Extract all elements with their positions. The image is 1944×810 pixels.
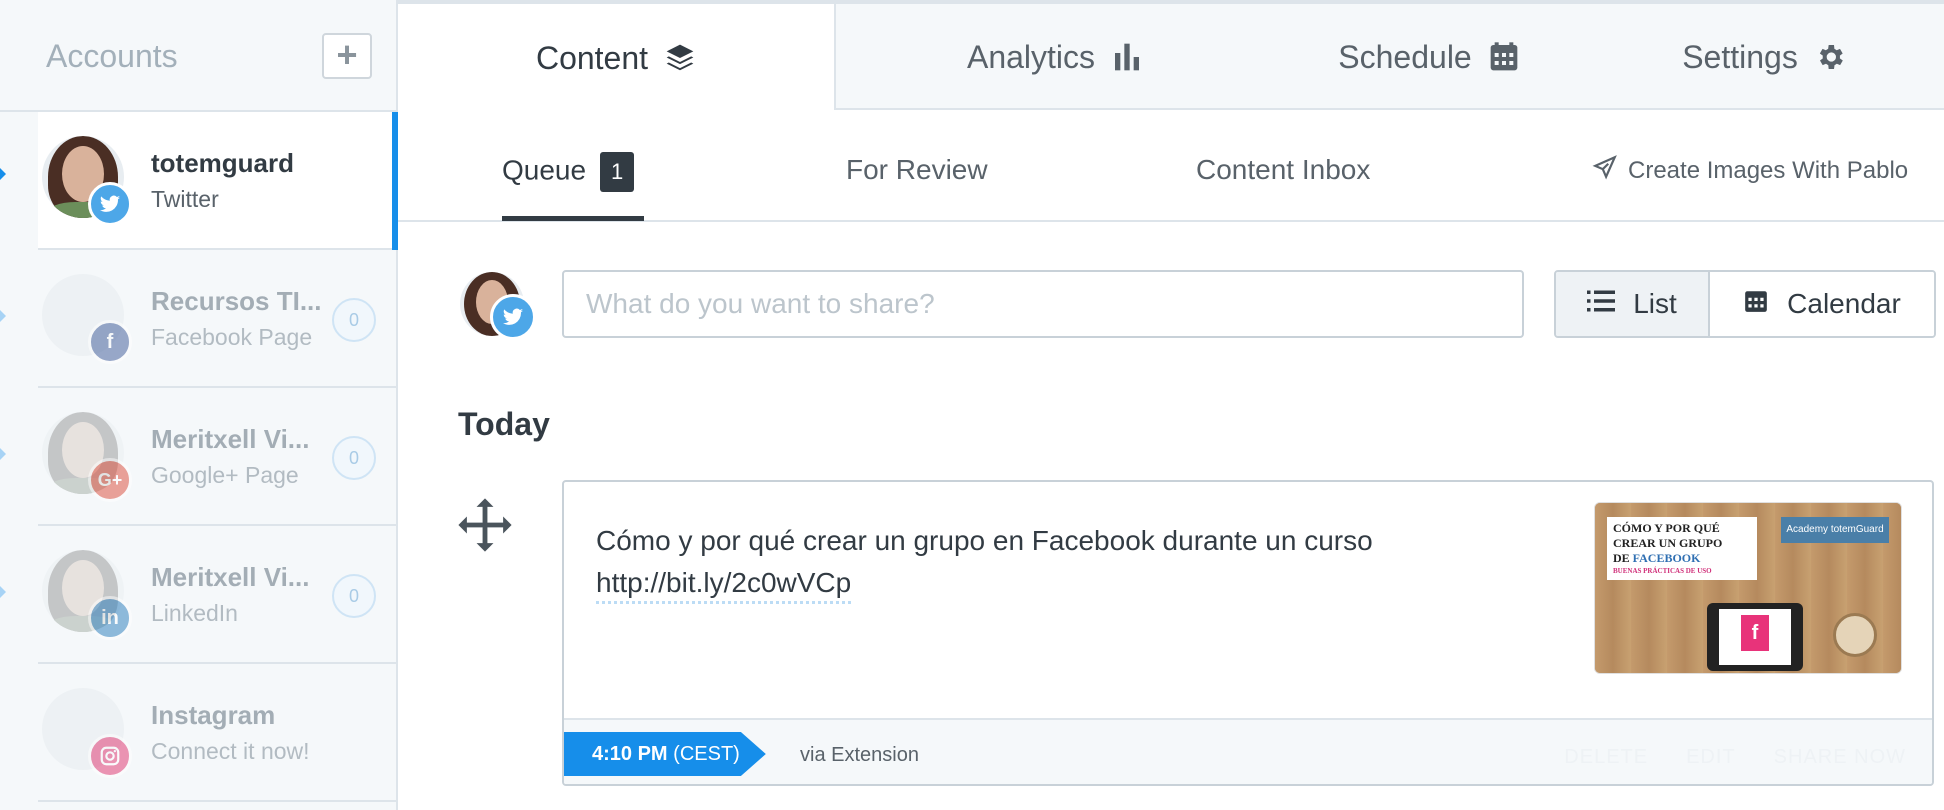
edit-button[interactable]: EDIT — [1686, 746, 1736, 769]
active-pointer-icon — [0, 168, 6, 180]
account-item-google-plus[interactable]: G+ Meritxell Vi... Google+ Page 0 — [38, 388, 396, 526]
post-source: via Extension — [800, 744, 919, 766]
queue-count-badge: 0 — [332, 436, 376, 480]
drag-handle-icon[interactable] — [456, 496, 514, 559]
pointer-icon — [0, 586, 6, 598]
twitter-icon — [88, 182, 132, 226]
tab-label: Settings — [1682, 38, 1798, 75]
tab-analytics[interactable]: Analytics — [836, 4, 1274, 110]
linkedin-icon: in — [88, 596, 132, 640]
active-tab-indicator — [502, 216, 644, 221]
thumbnail-title: CÓMO Y POR QUÉ CREAR UN GRUPO DE FACEBOO… — [1607, 517, 1757, 580]
tab-label: Content — [535, 39, 649, 76]
account-type: LinkedIn — [151, 600, 238, 626]
account-name: Recursos TI... — [151, 286, 322, 316]
account-name: Meritxell Vi... — [151, 424, 310, 454]
twitter-icon — [490, 294, 536, 340]
post-footer: 4:10 PM (CEST) via Extension DELETE EDIT… — [564, 718, 1932, 784]
calendar-icon — [1743, 288, 1769, 321]
share-input[interactable] — [562, 270, 1524, 338]
calendar-view-button[interactable]: Calendar — [1710, 272, 1934, 336]
tab-label: Schedule — [1338, 38, 1472, 75]
post-body: Cómo y por qué crear un grupo en Faceboo… — [596, 525, 1373, 556]
tab-for-review[interactable]: For Review — [846, 154, 988, 186]
account-item-twitter[interactable]: totemguard Twitter — [38, 112, 398, 250]
list-label: List — [1633, 288, 1677, 319]
main-panel: Content Analytics Schedule Settings Queu… — [398, 0, 1944, 810]
share-now-button[interactable]: SHARE NOW — [1774, 746, 1906, 769]
pointer-icon — [0, 448, 6, 460]
facebook-icon: f — [88, 320, 132, 364]
pablo-label: Create Images With Pablo — [1628, 156, 1909, 184]
create-images-pablo-link[interactable]: Create Images With Pablo — [1592, 154, 1908, 187]
account-item-linkedin[interactable]: in Meritxell Vi... LinkedIn 0 — [38, 526, 396, 664]
view-toggle: List Calendar — [1554, 270, 1936, 338]
tab-settings[interactable]: Settings — [1584, 4, 1944, 110]
sidebar-header: Accounts + — [0, 0, 396, 112]
sub-tab-bar: Queue 1 For Review Content Inbox Create I… — [398, 110, 1944, 222]
tab-schedule[interactable]: Schedule — [1274, 4, 1584, 110]
account-type: Connect it now! — [151, 738, 310, 764]
calendar-icon — [1488, 41, 1520, 73]
thumbnail-brand: Academy totemGuard — [1781, 517, 1889, 543]
tab-label: Analytics — [966, 38, 1096, 75]
sidebar-title: Accounts — [46, 38, 178, 74]
post-link[interactable]: http://bit.ly/2c0wVCp — [596, 565, 852, 604]
post-text: Cómo y por qué crear un grupo en Faceboo… — [596, 520, 1496, 604]
google-plus-icon: G+ — [88, 458, 132, 502]
delete-button[interactable]: DELETE — [1564, 746, 1648, 769]
tab-content-inbox[interactable]: Content Inbox — [1196, 154, 1370, 186]
account-type: Facebook Page — [151, 324, 313, 350]
day-heading: Today — [458, 406, 550, 442]
queue-count-badge: 0 — [332, 298, 376, 342]
account-item-facebook[interactable]: f Recursos TI... Facebook Page 0 — [38, 250, 396, 388]
scheduled-time-badge: 4:10 PM (CEST) — [564, 732, 766, 776]
pointer-icon — [0, 310, 6, 322]
buffer-app: Accounts + totemguard Twitter f Recursos… — [0, 0, 1944, 810]
account-type: Google+ Page — [151, 462, 299, 488]
add-account-button[interactable]: + — [322, 33, 372, 79]
facebook-logo-icon: f — [1741, 615, 1769, 651]
account-name: Meritxell Vi... — [151, 562, 310, 592]
bar-chart-icon — [1111, 40, 1143, 74]
queue-count-badge: 1 — [600, 152, 635, 192]
queued-post-card: Cómo y por qué crear un grupo en Faceboo… — [562, 480, 1934, 786]
gear-icon — [1814, 41, 1846, 73]
tab-queue[interactable]: Queue 1 — [502, 152, 635, 192]
paper-plane-icon — [1592, 154, 1618, 187]
tab-label: Queue — [502, 154, 587, 186]
list-view-button[interactable]: List — [1556, 272, 1710, 336]
list-icon — [1587, 288, 1616, 320]
accounts-sidebar: Accounts + totemguard Twitter f Recursos… — [0, 0, 398, 810]
post-thumbnail[interactable]: CÓMO Y POR QUÉ CREAR UN GRUPO DE FACEBOO… — [1594, 502, 1902, 674]
queue-count-badge: 0 — [332, 574, 376, 618]
instagram-icon — [88, 734, 132, 778]
account-name: totemguard — [151, 148, 294, 178]
layers-icon — [664, 42, 696, 74]
post-actions: DELETE EDIT SHARE NOW — [1564, 746, 1906, 769]
account-type: Twitter — [151, 186, 219, 212]
tab-content[interactable]: Content — [398, 4, 836, 112]
calendar-label: Calendar — [1787, 288, 1901, 319]
account-name: Instagram — [151, 700, 276, 730]
account-item-instagram[interactable]: Instagram Connect it now! — [38, 664, 396, 802]
main-tab-bar: Content Analytics Schedule Settings — [398, 0, 1944, 112]
